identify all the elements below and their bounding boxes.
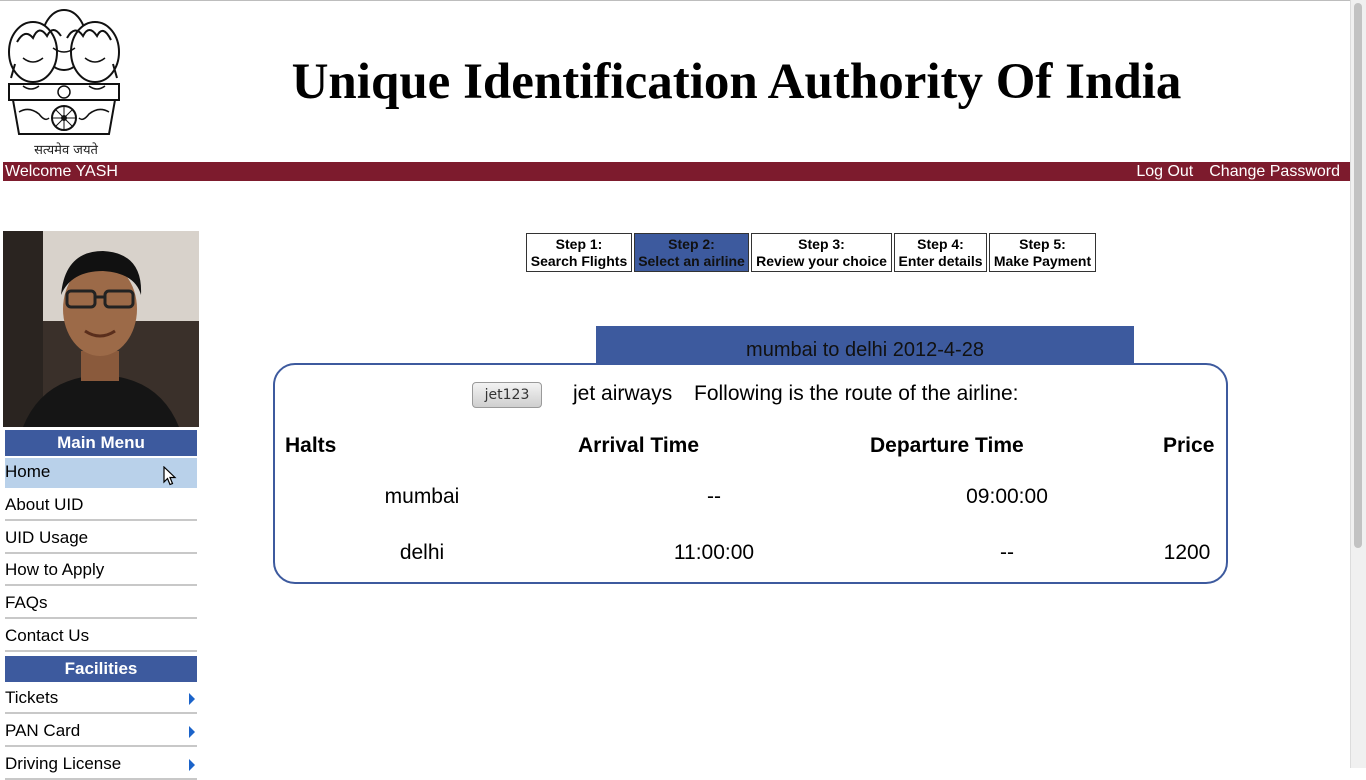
menu-item-tickets[interactable]: Tickets bbox=[5, 684, 197, 714]
menu-item-faqs[interactable]: FAQs bbox=[5, 589, 197, 619]
menu-item-uid-usage[interactable]: UID Usage bbox=[5, 524, 197, 554]
welcome-bar: Welcome YASH Log Out Change Password bbox=[3, 162, 1350, 181]
step-label: Enter details bbox=[898, 253, 983, 269]
step-3[interactable]: Step 3: Review your choice bbox=[751, 233, 892, 272]
logout-link[interactable]: Log Out bbox=[1136, 162, 1193, 181]
step-5[interactable]: Step 5: Make Payment bbox=[989, 233, 1096, 272]
column-header-departure: Departure Time bbox=[870, 434, 1024, 457]
menu-item-about-uid[interactable]: About UID bbox=[5, 491, 197, 521]
route-header: mumbai to delhi 2012-4-28 bbox=[596, 326, 1134, 364]
column-header-price: Price bbox=[1163, 434, 1215, 457]
menu-item-label: Contact Us bbox=[5, 626, 90, 645]
main-menu-header: Main Menu bbox=[5, 430, 197, 456]
menu-item-label: UID Usage bbox=[5, 528, 89, 547]
menu-item-how-to-apply[interactable]: How to Apply bbox=[5, 556, 197, 586]
column-header-arrival: Arrival Time bbox=[578, 434, 700, 457]
user-portrait-image bbox=[3, 231, 199, 427]
menu-item-label: About UID bbox=[5, 495, 84, 514]
top-border bbox=[0, 0, 1366, 1]
vertical-scrollbar[interactable] bbox=[1350, 0, 1366, 768]
facilities-header: Facilities bbox=[5, 656, 197, 682]
page-title: Unique Identification Authority Of India bbox=[291, 54, 1182, 110]
step-label: Make Payment bbox=[993, 253, 1092, 269]
step-label: Review your choice bbox=[756, 253, 887, 269]
menu-item-label: PAN Card bbox=[5, 721, 81, 740]
step-2[interactable]: Step 2: Select an airline bbox=[634, 233, 749, 272]
expand-arrow-icon bbox=[189, 726, 195, 738]
menu-item-label: Driving License bbox=[5, 754, 122, 773]
emblem-motto: सत्यमेव जयते bbox=[34, 143, 98, 158]
expand-arrow-icon bbox=[189, 693, 195, 705]
price-cell: 1200 bbox=[1163, 541, 1211, 564]
step-number: Step 5: bbox=[1019, 236, 1066, 252]
arrival-cell: 11:00:00 bbox=[673, 541, 755, 564]
step-1[interactable]: Step 1: Search Flights bbox=[526, 233, 632, 272]
profile-photo bbox=[3, 231, 199, 427]
menu-item-label: How to Apply bbox=[5, 560, 105, 579]
mouse-pointer-icon bbox=[163, 465, 177, 491]
column-header-halts: Halts bbox=[285, 434, 337, 457]
halt-cell: delhi bbox=[399, 541, 445, 564]
menu-item-label: Tickets bbox=[5, 688, 59, 707]
step-number: Step 2: bbox=[668, 236, 715, 252]
flight-number-button[interactable]: jet123 bbox=[472, 382, 542, 408]
airline-name: jet airways bbox=[573, 382, 673, 405]
departure-cell: -- bbox=[1000, 541, 1014, 564]
menu-item-driving-license[interactable]: Driving License bbox=[5, 750, 197, 780]
account-links: Log Out Change Password bbox=[1136, 162, 1340, 181]
menu-item-label: Home bbox=[5, 462, 51, 481]
halt-cell: mumbai bbox=[384, 485, 460, 508]
step-number: Step 1: bbox=[555, 236, 603, 252]
menu-item-pan-card[interactable]: PAN Card bbox=[5, 717, 197, 747]
menu-item-contact-us[interactable]: Contact Us bbox=[5, 622, 197, 652]
change-password-link[interactable]: Change Password bbox=[1209, 162, 1340, 181]
expand-arrow-icon bbox=[189, 759, 195, 771]
national-emblem-logo: सत्यमेव जयते bbox=[3, 2, 125, 158]
step-number: Step 4: bbox=[917, 236, 964, 252]
arrival-cell: -- bbox=[707, 485, 721, 508]
menu-item-label: FAQs bbox=[5, 593, 48, 612]
step-label: Search Flights bbox=[530, 253, 628, 269]
welcome-text: Welcome YASH bbox=[5, 163, 118, 180]
departure-cell: 09:00:00 bbox=[966, 485, 1048, 508]
ashoka-lion-capital-icon bbox=[8, 9, 120, 135]
step-number: Step 3: bbox=[798, 236, 845, 252]
step-4[interactable]: Step 4: Enter details bbox=[894, 233, 987, 272]
scrollbar-thumb[interactable] bbox=[1354, 3, 1362, 548]
route-note: Following is the route of the airline: bbox=[694, 382, 1019, 405]
step-label: Select an airline bbox=[638, 253, 745, 269]
